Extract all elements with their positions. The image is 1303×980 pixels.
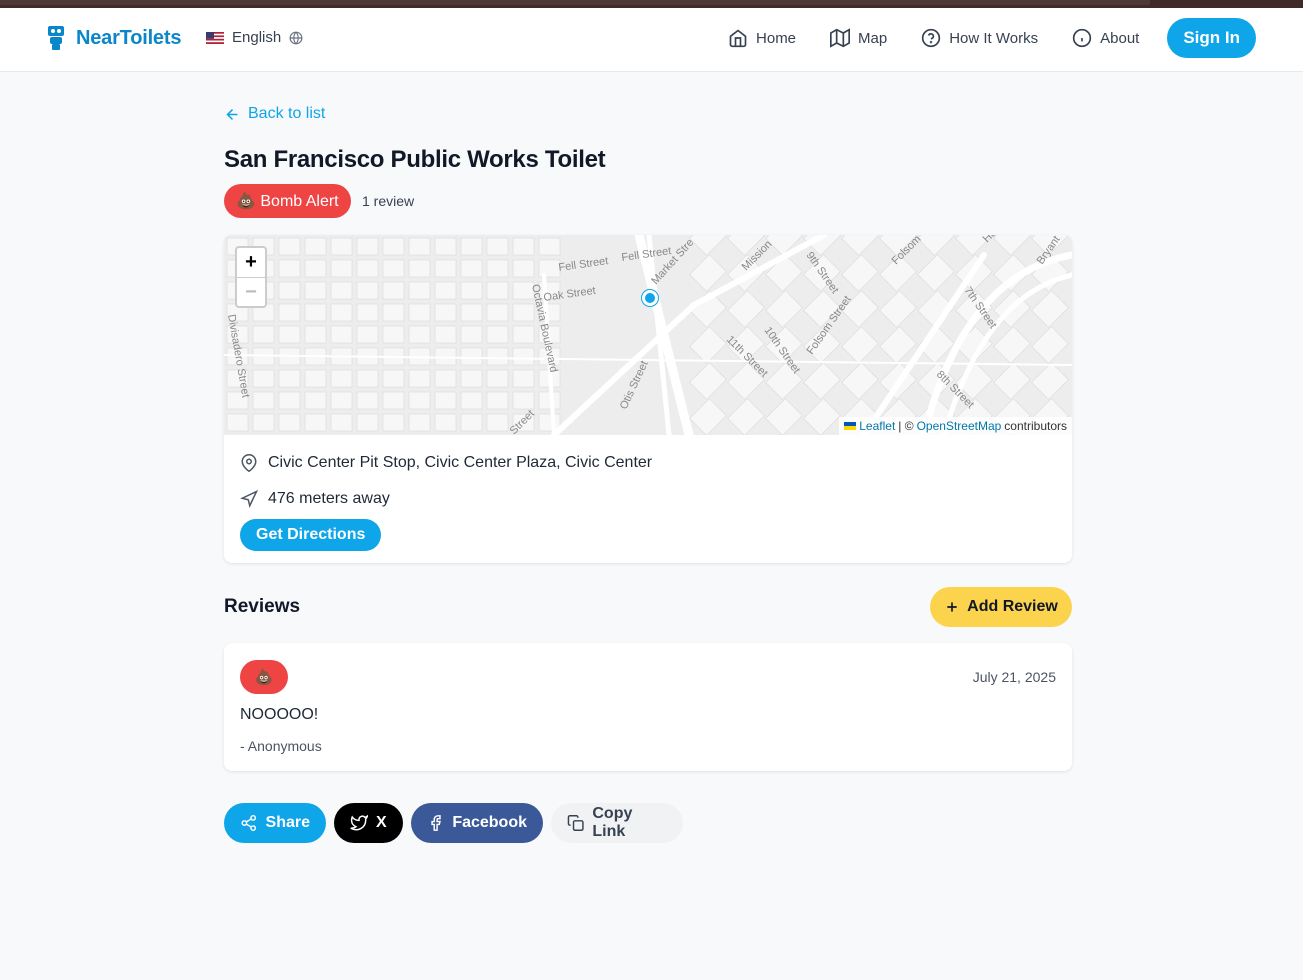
- copy-link-label: Copy Link: [592, 805, 633, 840]
- sign-in-button[interactable]: Sign In: [1167, 18, 1256, 58]
- map-tiles: Fell StreetFell StreetMarket StreOak Str…: [224, 235, 1072, 435]
- share-x-button[interactable]: X: [334, 803, 403, 843]
- add-review-label: Add Review: [967, 598, 1058, 615]
- address-text: Civic Center Pit Stop, Civic Center Plaz…: [268, 454, 653, 471]
- language-label: English: [232, 29, 282, 46]
- add-review-button[interactable]: Add Review: [930, 587, 1072, 627]
- nav-map[interactable]: Map: [830, 28, 887, 48]
- review-text: NOOOOO!: [240, 706, 319, 723]
- page-title: San Francisco Public Works Toilet: [224, 146, 606, 173]
- share-facebook-button[interactable]: Facebook: [411, 803, 543, 843]
- review-rating-badge: 💩: [240, 660, 288, 694]
- osm-link[interactable]: OpenStreetMap: [917, 419, 1002, 433]
- site-header: NearToilets English Home Map How It Work…: [0, 8, 1303, 72]
- share-facebook-label: Facebook: [452, 814, 527, 831]
- share-buttons: Share X Facebook Copy Link: [224, 803, 683, 843]
- nav-home[interactable]: Home: [728, 28, 796, 48]
- review-card: 💩 July 21, 2025 NOOOOO! - Anonymous: [224, 643, 1072, 771]
- location-card: Fell Street Fell Street Market Stre Oak Str…: [224, 235, 1072, 563]
- map-zoom-control: + −: [235, 246, 267, 308]
- copy-icon: [567, 815, 584, 831]
- nav-about[interactable]: About: [1072, 28, 1139, 48]
- map-icon: [830, 28, 851, 48]
- globe-icon: [289, 31, 303, 44]
- leaflet-link[interactable]: Leaflet: [859, 419, 895, 433]
- brand-name: NearToilets: [76, 26, 182, 49]
- review-date: July 21, 2025: [972, 669, 1056, 685]
- bomb-alert-badge: 💩 Bomb Alert: [224, 184, 351, 218]
- map-pin-icon: [241, 454, 257, 472]
- review-count: 1 review: [362, 193, 415, 209]
- attribution-separator: | ©: [898, 419, 914, 433]
- nav-how-it-works[interactable]: How It Works: [921, 28, 1038, 48]
- address-row: Civic Center Pit Stop, Civic Center Plaz…: [240, 454, 652, 472]
- info-icon: [1072, 28, 1092, 48]
- arrow-left-icon: [226, 108, 238, 120]
- reviews-heading: Reviews: [224, 596, 301, 617]
- map-view[interactable]: Fell Street Fell Street Market Stre Oak Str…: [224, 235, 1072, 435]
- location-marker[interactable]: [642, 290, 658, 306]
- zoom-in-button[interactable]: +: [237, 248, 265, 277]
- back-label: Back to list: [248, 105, 326, 122]
- attribution-suffix: contributors: [1004, 419, 1067, 433]
- share-label: Share: [265, 814, 310, 831]
- facebook-icon: [431, 815, 441, 831]
- toilet-logo-icon: [48, 26, 64, 50]
- review-author: - Anonymous: [240, 738, 322, 754]
- nav-about-label: About: [1100, 29, 1140, 47]
- us-flag-icon: [206, 31, 224, 44]
- twitter-bird-icon: [350, 814, 368, 831]
- zoom-out-button[interactable]: −: [237, 277, 265, 306]
- nav-home-label: Home: [756, 29, 797, 47]
- help-circle-icon: [922, 28, 941, 48]
- home-icon: [729, 29, 747, 48]
- share-button[interactable]: Share: [224, 803, 326, 843]
- navigation-icon: [240, 490, 258, 508]
- distance-text: 476 meters away: [268, 490, 390, 507]
- distance-row: 476 meters away: [240, 490, 390, 508]
- plus-icon: [947, 602, 957, 612]
- browser-top-strip: [0, 0, 1303, 8]
- nav-map-label: Map: [858, 29, 888, 47]
- main-nav: Home Map How It Works About Sign In: [694, 18, 1256, 58]
- language-selector[interactable]: English: [206, 29, 303, 46]
- share-icon: [241, 814, 257, 832]
- share-x-label: X: [376, 814, 387, 831]
- back-to-list-link[interactable]: Back to list: [224, 105, 325, 123]
- map-attribution: Leaflet | © OpenStreetMap contributors: [839, 417, 1072, 435]
- brand-logo-link[interactable]: NearToilets: [46, 25, 181, 51]
- copy-link-button[interactable]: Copy Link: [551, 803, 683, 843]
- ukraine-flag-icon: [844, 422, 857, 430]
- nav-how-it-works-label: How It Works: [949, 29, 1039, 47]
- get-directions-button[interactable]: Get Directions: [240, 519, 382, 551]
